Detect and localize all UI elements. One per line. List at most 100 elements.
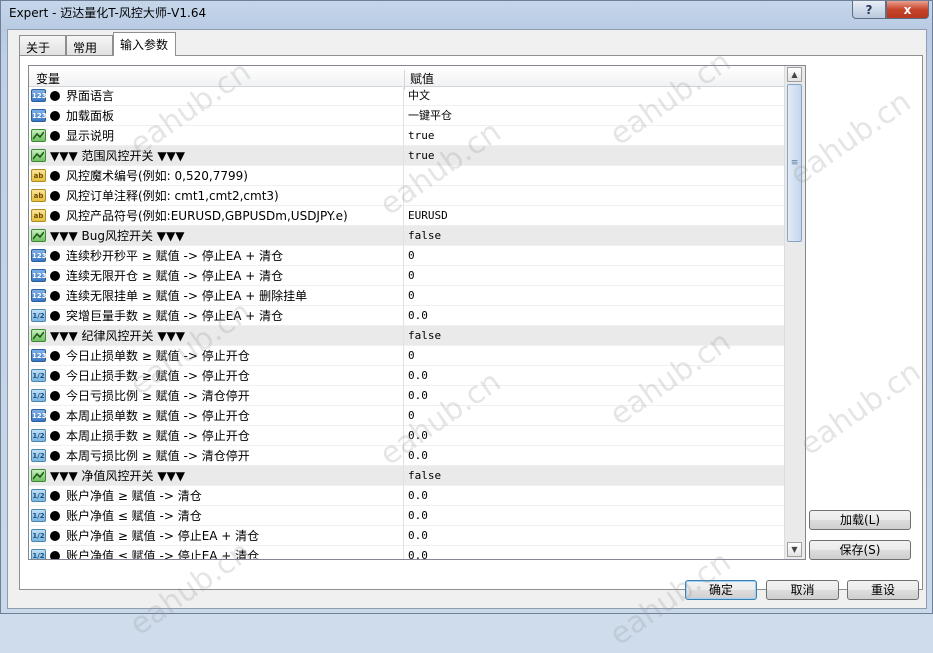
variable-label: 本周止损手数 ≥ 赋值 -> 停止开仓 [66, 429, 250, 443]
value-cell[interactable]: 中文 [405, 86, 783, 106]
variable-cell: ab 风控魔术编号(例如: 0,520,7799) [29, 166, 404, 186]
parameter-row[interactable]: ab 风控魔术编号(例如: 0,520,7799) [29, 166, 784, 186]
value-cell[interactable]: 0.0 [405, 446, 783, 466]
bullet-icon [50, 511, 60, 521]
close-button[interactable]: x [886, 1, 929, 19]
value-cell[interactable]: 0 [405, 346, 783, 366]
variable-label: 风控魔术编号(例如: 0,520,7799) [66, 169, 248, 183]
parameter-row[interactable]: 1/2 账户净值 ≥ 赋值 -> 停止EA + 清仓 0.0 [29, 526, 784, 546]
integer-type-icon: 123 [31, 89, 47, 102]
section-row[interactable]: ▼▼▼ 范围风控开关 ▼▼▼ true [29, 146, 784, 166]
bullet-icon [50, 131, 60, 141]
bullet-icon [50, 431, 60, 441]
value-cell[interactable]: 0.0 [405, 486, 783, 506]
boolean-type-icon [31, 469, 46, 482]
parameter-row[interactable]: 1/2 今日止损手数 ≥ 赋值 -> 停止开仓 0.0 [29, 366, 784, 386]
value-cell[interactable]: 0.0 [405, 306, 783, 326]
vertical-scrollbar[interactable]: ▲ ≡ ▼ [784, 66, 805, 559]
value-cell[interactable]: 0 [405, 406, 783, 426]
parameter-row[interactable]: ab 风控订单注释(例如: cmt1,cmt2,cmt3) [29, 186, 784, 206]
parameter-row[interactable]: 1/2 账户净值 ≤ 赋值 -> 停止EA + 清仓 0.0 [29, 546, 784, 559]
title-bar[interactable]: Expert - 迈达量化T-风控大师-V1.64 ? x [1, 1, 932, 23]
section-row[interactable]: ▼▼▼ Bug风控开关 ▼▼▼ false [29, 226, 784, 246]
value-cell[interactable]: true [405, 146, 783, 166]
value-cell[interactable]: 0 [405, 246, 783, 266]
parameter-row[interactable]: 123 界面语言 中文 [29, 86, 784, 106]
tab-common[interactable]: 常用 [66, 35, 113, 55]
bullet-icon [50, 391, 60, 401]
parameter-row[interactable]: 123 连续无限挂单 ≥ 赋值 -> 停止EA + 删除挂单 0 [29, 286, 784, 306]
parameter-row[interactable]: ab 风控产品符号(例如:EURUSD,GBPUSDm,USDJPY.e) EURU… [29, 206, 784, 226]
variable-label: 连续无限开仓 ≥ 赋值 -> 停止EA + 清仓 [66, 269, 284, 283]
variable-label: 今日亏损比例 ≥ 赋值 -> 清仓停开 [66, 389, 250, 403]
value-cell[interactable]: 0.0 [405, 426, 783, 446]
variable-label: 界面语言 [66, 89, 115, 103]
parameter-row[interactable]: 1/2 本周亏损比例 ≥ 赋值 -> 清仓停开 0.0 [29, 446, 784, 466]
load-button[interactable]: 加载(L) [809, 510, 911, 530]
tab-about[interactable]: 关于 [19, 35, 66, 55]
bullet-icon [50, 171, 60, 181]
bullet-icon [50, 371, 60, 381]
cancel-button[interactable]: 取消 [766, 580, 839, 600]
boolean-type-icon [31, 129, 46, 142]
parameter-row[interactable]: 123 加载面板 一键平仓 [29, 106, 784, 126]
variable-cell: 1/2 账户净值 ≥ 赋值 -> 清仓 [29, 486, 404, 506]
variable-label: 本周亏损比例 ≥ 赋值 -> 清仓停开 [66, 449, 250, 463]
variable-label: 风控产品符号(例如:EURUSD,GBPUSDm,USDJPY.e) [66, 209, 348, 223]
value-cell[interactable]: 一键平仓 [405, 106, 783, 126]
value-cell[interactable]: 0.0 [405, 386, 783, 406]
integer-type-icon: 123 [31, 349, 47, 362]
column-header-variable[interactable]: 变量 [36, 70, 60, 87]
section-row[interactable]: ▼▼▼ 纪律风控开关 ▼▼▼ false [29, 326, 784, 346]
client-area: 关于 常用 输入参数 变量 赋值 123 界面语言 中文 123 加载面板 一键平仓 显示说… [7, 29, 927, 609]
value-cell[interactable]: 0.0 [405, 526, 783, 546]
column-header-value[interactable]: 赋值 [410, 70, 434, 87]
parameter-row[interactable]: 1/2 账户净值 ≤ 赋值 -> 清仓 0.0 [29, 506, 784, 526]
value-cell[interactable]: false [405, 326, 783, 346]
parameter-row[interactable]: 1/2 账户净值 ≥ 赋值 -> 清仓 0.0 [29, 486, 784, 506]
value-cell[interactable]: 0 [405, 286, 783, 306]
grid-header: 变量 赋值 [29, 66, 784, 90]
boolean-type-icon [31, 329, 46, 342]
bullet-icon [50, 291, 60, 301]
section-row[interactable]: ▼▼▼ 净值风控开关 ▼▼▼ false [29, 466, 784, 486]
parameter-row[interactable]: 123 本周止损单数 ≥ 赋值 -> 停止开仓 0 [29, 406, 784, 426]
integer-type-icon: 123 [31, 289, 47, 302]
value-cell[interactable]: true [405, 126, 783, 146]
variable-cell: ab 风控产品符号(例如:EURUSD,GBPUSDm,USDJPY.e) [29, 206, 404, 226]
value-cell[interactable]: 0.0 [405, 506, 783, 526]
double-type-icon: 1/2 [31, 549, 46, 559]
value-cell[interactable]: false [405, 466, 783, 486]
parameter-row[interactable]: 1/2 本周止损手数 ≥ 赋值 -> 停止开仓 0.0 [29, 426, 784, 446]
variable-cell: ab 风控订单注释(例如: cmt1,cmt2,cmt3) [29, 186, 404, 206]
value-cell[interactable] [405, 186, 783, 206]
bullet-icon [50, 191, 60, 201]
value-cell[interactable]: 0.0 [405, 366, 783, 386]
tab-input-params[interactable]: 输入参数 [113, 32, 176, 56]
value-cell[interactable]: 0 [405, 266, 783, 286]
variable-cell: 1/2 今日亏损比例 ≥ 赋值 -> 清仓停开 [29, 386, 404, 406]
bullet-icon [50, 551, 60, 559]
parameter-row[interactable]: 123 连续无限开仓 ≥ 赋值 -> 停止EA + 清仓 0 [29, 266, 784, 286]
scroll-down-arrow[interactable]: ▼ [787, 542, 802, 557]
parameter-row[interactable]: 123 连续秒开秒平 ≥ 赋值 -> 停止EA + 清仓 0 [29, 246, 784, 266]
help-button[interactable]: ? [852, 1, 886, 19]
value-cell[interactable] [405, 166, 783, 186]
parameter-row[interactable]: 1/2 突增巨量手数 ≥ 赋值 -> 停止EA + 清仓 0.0 [29, 306, 784, 326]
parameters-grid[interactable]: 变量 赋值 123 界面语言 中文 123 加载面板 一键平仓 显示说明 true ▼▼▼ 范围… [28, 65, 806, 560]
scroll-thumb[interactable]: ≡ [787, 84, 802, 242]
value-cell[interactable]: false [405, 226, 783, 246]
bullet-icon [50, 491, 60, 501]
parameter-row[interactable]: 123 今日止损单数 ≥ 赋值 -> 停止开仓 0 [29, 346, 784, 366]
scroll-up-arrow[interactable]: ▲ [787, 67, 802, 82]
reset-button[interactable]: 重设 [847, 580, 919, 600]
value-cell[interactable]: 0.0 [405, 546, 783, 559]
value-cell[interactable]: EURUSD [405, 206, 783, 226]
variable-label: ▼▼▼ 纪律风控开关 ▼▼▼ [50, 329, 186, 343]
ok-button[interactable]: 确定 [685, 580, 757, 600]
parameter-row[interactable]: 显示说明 true [29, 126, 784, 146]
save-button[interactable]: 保存(S) [809, 540, 911, 560]
parameter-row[interactable]: 1/2 今日亏损比例 ≥ 赋值 -> 清仓停开 0.0 [29, 386, 784, 406]
variable-cell: ▼▼▼ Bug风控开关 ▼▼▼ [29, 226, 404, 246]
boolean-type-icon [31, 149, 46, 162]
